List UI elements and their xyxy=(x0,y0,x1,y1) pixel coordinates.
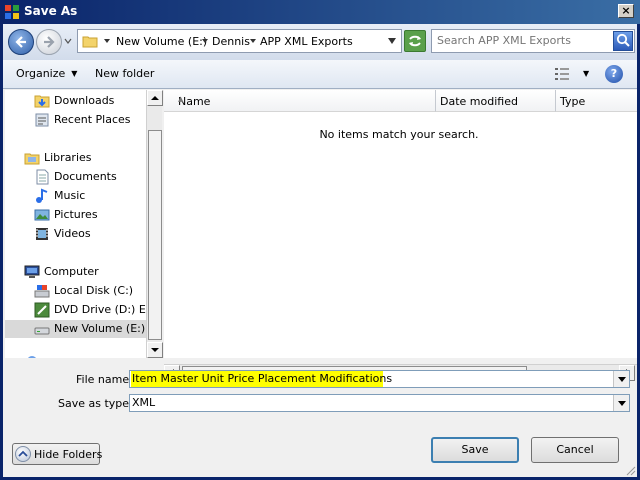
column-header-name[interactable]: Name ▲ xyxy=(164,90,436,112)
network-icon xyxy=(28,356,36,358)
organize-label: Organize xyxy=(16,67,66,80)
recent-pages-chevron-icon[interactable] xyxy=(64,37,72,45)
close-button[interactable]: × xyxy=(618,4,634,18)
title-bar: Save As × xyxy=(0,0,640,24)
refresh-button[interactable] xyxy=(404,30,426,52)
search-icon xyxy=(616,33,630,47)
nav-item-music[interactable]: Music xyxy=(34,187,144,205)
save-as-type-value: XML xyxy=(132,396,156,409)
save-as-type-dropdown[interactable] xyxy=(613,395,629,411)
nav-item-pictures[interactable]: Pictures xyxy=(34,206,144,224)
music-icon xyxy=(36,188,48,203)
empty-message: No items match your search. xyxy=(319,128,479,141)
hide-folders-button[interactable]: Hide Folders xyxy=(12,443,102,465)
folder-icon xyxy=(82,36,98,48)
resize-grip-icon[interactable] xyxy=(624,464,636,476)
chevron-down-icon xyxy=(618,401,626,406)
downloads-icon xyxy=(34,95,50,108)
nav-item-documents[interactable]: Documents xyxy=(34,168,144,186)
libraries-icon xyxy=(24,153,40,165)
sort-ascending-icon: ▲ xyxy=(178,95,184,103)
breadcrumb-dennis[interactable]: Dennis xyxy=(212,35,250,48)
nav-item-local-disk[interactable]: Local Disk (C:) xyxy=(34,282,144,300)
nav-pane-scrollbar[interactable] xyxy=(146,90,163,358)
nav-item-libraries[interactable]: Libraries xyxy=(24,149,144,167)
save-button[interactable]: Save xyxy=(431,437,519,463)
nav-item-recent-places[interactable]: Recent Places xyxy=(34,111,144,129)
nav-item-downloads[interactable]: Downloads xyxy=(34,92,144,110)
scroll-down-button[interactable] xyxy=(147,342,163,358)
arrow-up-icon xyxy=(151,96,159,100)
breadcrumb-app-xml-exports[interactable]: APP XML Exports xyxy=(260,35,353,48)
nav-item-dvd-drive[interactable]: DVD Drive (D:) ENL xyxy=(34,301,146,319)
file-name-dropdown[interactable] xyxy=(613,371,629,387)
file-name-field[interactable]: Item Master Unit Price Placement Modific… xyxy=(129,370,630,388)
forward-button[interactable] xyxy=(36,29,62,55)
column-header-type[interactable]: Type xyxy=(556,90,637,112)
drive-icon xyxy=(34,327,50,335)
close-icon: × xyxy=(621,4,631,17)
search-box xyxy=(431,29,635,53)
refresh-icon xyxy=(409,35,421,47)
app-icon xyxy=(5,5,19,19)
computer-icon xyxy=(24,265,40,278)
recent-places-icon xyxy=(35,113,49,127)
nav-item-videos[interactable]: Videos xyxy=(34,225,144,243)
cancel-button[interactable]: Cancel xyxy=(531,437,619,463)
nav-item-computer[interactable]: Computer xyxy=(24,263,144,281)
chevron-down-icon: ▼ xyxy=(71,69,78,78)
arrow-left-icon xyxy=(15,36,26,48)
chevron-down-icon xyxy=(618,377,626,382)
help-icon[interactable]: ? xyxy=(605,65,623,83)
arrow-down-icon xyxy=(151,348,159,352)
nav-item-new-volume[interactable]: New Volume (E:) xyxy=(5,320,146,338)
arrow-right-icon xyxy=(44,36,55,48)
new-folder-button[interactable]: New folder xyxy=(95,67,154,80)
back-button[interactable] xyxy=(8,29,34,55)
scroll-up-button[interactable] xyxy=(147,90,163,106)
breadcrumb-arrow-icon[interactable] xyxy=(104,38,110,44)
scrollbar-thumb[interactable] xyxy=(148,130,162,340)
address-dropdown-icon[interactable] xyxy=(387,37,397,45)
breadcrumb-arrow-icon[interactable] xyxy=(202,38,208,44)
navigation-pane: Downloads Recent Places Libraries Docume… xyxy=(5,90,146,358)
local-disk-icon xyxy=(34,285,50,298)
videos-icon xyxy=(36,228,48,240)
change-view-icon[interactable] xyxy=(555,68,569,80)
column-header-date-modified[interactable]: Date modified xyxy=(436,90,556,112)
breadcrumb-arrow-icon[interactable] xyxy=(250,38,256,44)
dvd-drive-icon xyxy=(34,302,50,318)
collapse-up-icon xyxy=(15,446,31,462)
file-list[interactable]: Name ▲ Date modified Type No items match… xyxy=(164,90,637,358)
save-as-type-label: Save as type: xyxy=(58,397,133,410)
dialog-body: New Volume (E:) Dennis APP XML Exports S… xyxy=(3,24,637,477)
organize-menu[interactable]: Organize ▼ xyxy=(16,67,77,80)
address-bar[interactable]: New Volume (E:) Dennis APP XML Exports xyxy=(77,29,402,53)
file-name-label: File name: xyxy=(76,373,133,386)
pictures-icon xyxy=(34,209,50,221)
save-as-type-select[interactable]: XML xyxy=(129,394,630,412)
breadcrumb-volume[interactable]: New Volume (E:) xyxy=(116,35,207,48)
search-input[interactable] xyxy=(437,34,609,47)
search-button[interactable] xyxy=(613,31,633,51)
command-bar: Organize ▼ New folder ▼ ? xyxy=(3,60,637,89)
documents-icon xyxy=(36,169,49,185)
address-area: New Volume (E:) Dennis APP XML Exports xyxy=(3,24,637,60)
view-options-chevron-icon[interactable]: ▼ xyxy=(583,69,589,78)
window-title: Save As xyxy=(24,4,78,18)
file-name-value: Item Master Unit Price Placement Modific… xyxy=(132,372,393,385)
